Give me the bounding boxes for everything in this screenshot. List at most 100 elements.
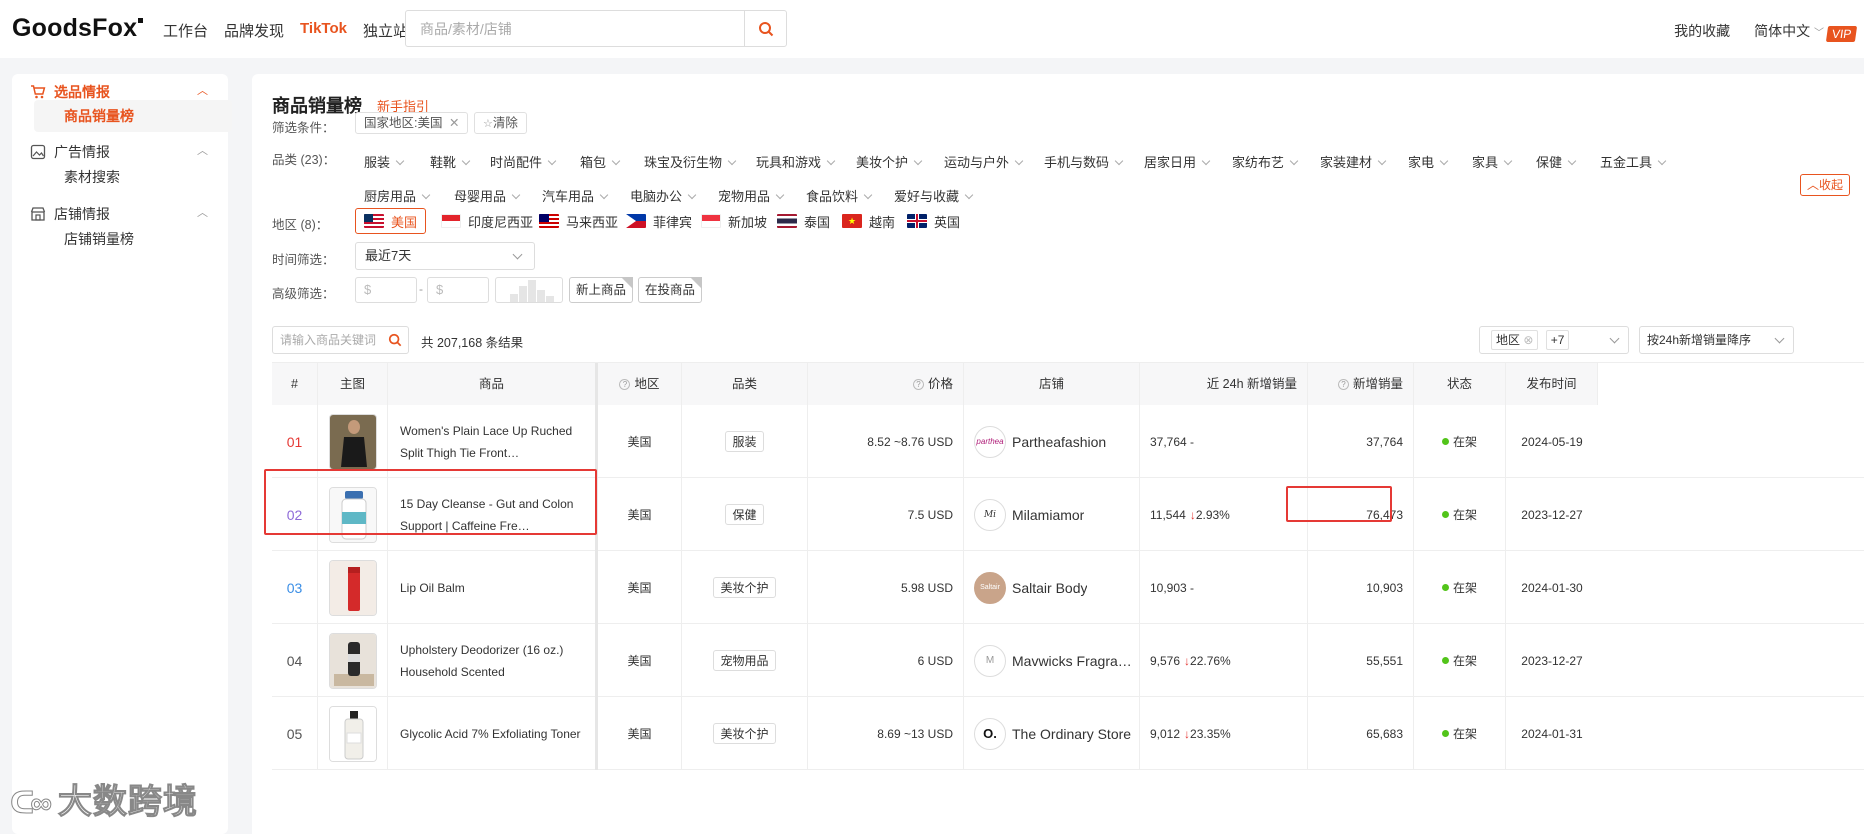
time-range-select[interactable]: 最近7天 (355, 242, 535, 270)
region-vietnam[interactable]: ★ 越南 (842, 208, 895, 234)
category-item[interactable]: 汽车用品 (542, 186, 607, 205)
region-uk[interactable]: 英国 (907, 208, 960, 234)
category-cell: 保健 (682, 478, 808, 551)
region-philippines[interactable]: 菲律宾 (626, 208, 692, 234)
category-item[interactable]: 保健 (1536, 152, 1575, 171)
col-sales-24h[interactable]: 近 24h 新增销量 (1140, 363, 1308, 405)
min-price-input[interactable]: $ (355, 277, 417, 303)
clear-filters-button[interactable]: ☆清除 (474, 112, 527, 134)
vip-badge[interactable]: VIP (1825, 26, 1858, 42)
sort-select[interactable]: 按24h新增销量降序 (1639, 326, 1794, 354)
nav-brand-discovery[interactable]: 品牌发现 (224, 20, 284, 41)
category-item[interactable]: 家电 (1408, 152, 1447, 171)
category-item[interactable]: 母婴用品 (454, 186, 519, 205)
category-tag[interactable]: 宠物用品 (713, 650, 776, 671)
filter-conditions-label: 筛选条件： (272, 121, 335, 135)
search-icon[interactable] (388, 333, 402, 347)
nav-independent-site[interactable]: 独立站 (363, 20, 408, 41)
category-item[interactable]: 电脑办公 (630, 186, 695, 205)
my-favorites-link[interactable]: 我的收藏 (1674, 21, 1730, 41)
product-keyword-input[interactable]: 请输入商品关键词 (272, 326, 409, 354)
region-indonesia[interactable]: 印度尼西亚 (441, 208, 533, 234)
category-item[interactable]: 家纺布艺 (1232, 152, 1297, 171)
category-item[interactable]: 玩具和游戏 (756, 152, 834, 171)
category-tag[interactable]: 美妆个护 (713, 723, 776, 744)
table-row[interactable]: 01 Women's Plain Lace Up Ruched Split Th… (272, 405, 1864, 478)
store-cell[interactable]: parthea Partheafashion (964, 405, 1140, 478)
max-price-input[interactable]: $ (427, 277, 489, 303)
product-name[interactable]: Lip Oil Balm (388, 551, 598, 624)
store-cell[interactable]: O. The Ordinary Store (964, 697, 1140, 770)
product-name[interactable]: Women's Plain Lace Up Ruched Split Thigh… (388, 405, 598, 478)
category-tag[interactable]: 保健 (725, 504, 764, 525)
product-name[interactable]: Upholstery Deodorizer (16 oz.) Household… (388, 624, 598, 697)
category-item[interactable]: 家装建材 (1320, 152, 1385, 171)
collapse-categories-button[interactable]: ︿收起 (1800, 174, 1851, 196)
store-cell[interactable]: M Mavwicks Fragrance… (964, 624, 1140, 697)
category-item[interactable]: 服装 (364, 152, 403, 171)
region-thailand[interactable]: 泰国 (777, 208, 830, 234)
category-item[interactable]: 居家日用 (1144, 152, 1209, 171)
store-name[interactable]: Partheafashion (1012, 434, 1106, 450)
global-search-input[interactable] (406, 11, 736, 46)
help-icon[interactable]: ? (619, 379, 631, 391)
col-price[interactable]: ? 价格 (808, 363, 964, 405)
category-item[interactable]: 珠宝及衍生物 (644, 152, 735, 171)
category-item[interactable]: 美妆个护 (856, 152, 921, 171)
region-us[interactable]: 美国 (355, 208, 427, 234)
table-row[interactable]: 04 Upholstery Deodorizer (16 oz.) Househ… (272, 624, 1864, 697)
goodsfox-logo[interactable]: GoodsFox (12, 14, 144, 43)
help-icon[interactable]: ? (912, 379, 924, 391)
price-histogram[interactable] (495, 277, 563, 303)
category-item[interactable]: 食品饮料 (806, 186, 871, 205)
category-item[interactable]: 厨房用品 (364, 186, 429, 205)
chevron-up-icon[interactable]: ︿ (197, 204, 208, 220)
chevron-up-icon[interactable]: ︿ (197, 142, 208, 158)
advertising-products-filter[interactable]: 在投商品 (638, 277, 703, 303)
col-date[interactable]: 发布时间 (1506, 363, 1598, 405)
product-thumbnail[interactable] (318, 697, 388, 770)
category-item[interactable]: 箱包 (580, 152, 619, 171)
product-thumbnail[interactable] (318, 405, 388, 478)
category-item[interactable]: 五金工具 (1600, 152, 1665, 171)
category-item[interactable]: 鞋靴 (430, 152, 469, 171)
category-tag[interactable]: 美妆个护 (713, 577, 776, 598)
product-thumbnail[interactable] (318, 624, 388, 697)
sidebar-item-product-sales-rank[interactable]: 商品销量榜 (34, 100, 232, 132)
col-new-sales[interactable]: ? 新增销量 (1308, 363, 1414, 405)
region-multi-select[interactable]: 地区 ⊗ +7 (1479, 326, 1629, 354)
region-singapore[interactable]: 新加坡 (701, 208, 767, 234)
store-name[interactable]: Milamiamor (1012, 507, 1084, 523)
close-icon[interactable]: ✕ (449, 116, 459, 130)
active-filter-tag[interactable]: 国家地区:美国 ✕ (355, 112, 469, 134)
close-icon[interactable]: ⊗ (1523, 333, 1533, 347)
category-tag[interactable]: 服装 (725, 431, 764, 452)
product-thumbnail[interactable] (318, 551, 388, 624)
category-item[interactable]: 手机与数码 (1044, 152, 1122, 171)
new-products-filter[interactable]: 新上商品 (569, 277, 634, 303)
help-icon[interactable]: ? (1337, 379, 1349, 391)
store-name[interactable]: The Ordinary Store (1012, 726, 1131, 742)
store-cell[interactable]: Mi Milamiamor (964, 478, 1140, 551)
category-item[interactable]: 运动与户外 (944, 152, 1022, 171)
table-row[interactable]: 05 Glycolic Acid 7% Exfoliating Toner 美国… (272, 697, 1864, 770)
category-item[interactable]: 家具 (1472, 152, 1511, 171)
category-item[interactable]: 宠物用品 (718, 186, 783, 205)
sidebar-item-store-sales-rank[interactable]: 店铺销量榜 (34, 223, 232, 255)
language-selector[interactable]: 简体中文 ﹀ (1754, 21, 1824, 41)
sidebar-item-creative-search[interactable]: 素材搜索 (34, 161, 232, 193)
product-name[interactable]: Glycolic Acid 7% Exfoliating Toner (388, 697, 598, 770)
store-name[interactable]: Saltair Body (1012, 580, 1087, 596)
category-item[interactable]: 时尚配件 (490, 152, 555, 171)
region-malaysia[interactable]: 马来西亚 (539, 208, 618, 234)
us-flag-icon (364, 214, 384, 228)
store-cell[interactable]: Saltair Saltair Body (964, 551, 1140, 624)
search-button[interactable] (744, 11, 786, 46)
store-name[interactable]: Mavwicks Fragrance… (1012, 653, 1139, 669)
category-item[interactable]: 爱好与收藏 (894, 186, 972, 205)
chevron-up-icon[interactable]: ︿ (197, 82, 208, 98)
nav-tiktok[interactable]: TikTok (300, 20, 347, 41)
nav-workbench[interactable]: 工作台 (163, 20, 208, 41)
status-badge: 在架 (1414, 405, 1506, 478)
table-row[interactable]: 03 Lip Oil Balm 美国 美妆个护 5.98 USD Saltair… (272, 551, 1864, 624)
